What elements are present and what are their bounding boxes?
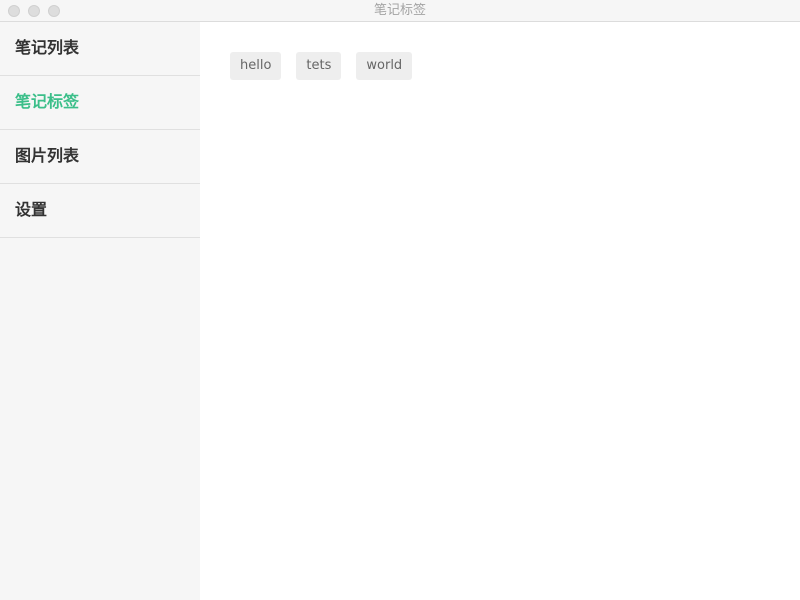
tag-list: hello tets world xyxy=(230,52,413,80)
tag-world[interactable]: world xyxy=(356,52,413,80)
sidebar-item-note-list[interactable]: 笔记列表 xyxy=(0,22,200,76)
sidebar-item-image-list[interactable]: 图片列表 xyxy=(0,130,200,184)
sidebar: 笔记列表 笔记标签 图片列表 设置 xyxy=(0,22,200,600)
tag-tets[interactable]: tets xyxy=(296,52,342,80)
main-content: hello tets world xyxy=(200,22,800,600)
title-bar: 笔记标签 xyxy=(0,0,800,22)
tag-hello[interactable]: hello xyxy=(230,52,282,80)
app-window: 笔记标签 笔记列表 笔记标签 图片列表 设置 hello tets world xyxy=(0,0,800,600)
window-title: 笔记标签 xyxy=(373,3,426,18)
sidebar-item-note-tags[interactable]: 笔记标签 xyxy=(0,76,200,130)
sidebar-item-settings[interactable]: 设置 xyxy=(0,184,200,238)
